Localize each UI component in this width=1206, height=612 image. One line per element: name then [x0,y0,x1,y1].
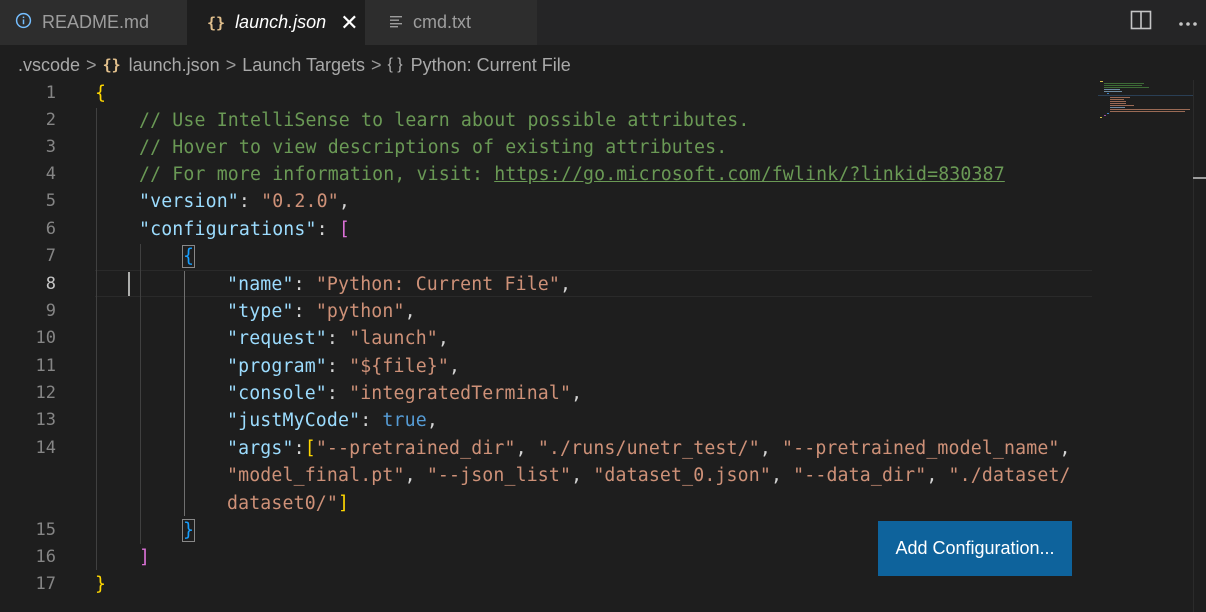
chevron-right-icon: > [86,54,97,75]
split-editor-icon[interactable] [1130,10,1152,35]
tab-label: cmd.txt [413,12,472,32]
chevron-right-icon: > [225,54,237,75]
line-number: 4 [45,164,56,184]
line-number-current: 8 [45,274,56,294]
json-braces-icon: {} [207,13,226,32]
line-number: 9 [45,301,56,321]
more-actions-icon[interactable] [1178,14,1198,32]
indent-guide-active [184,271,185,516]
breadcrumb-item-vscode[interactable]: .vscode [18,55,80,76]
code-line-wrapped[interactable]: "model_final.pt", "--json_list", "datase… [227,462,1071,489]
line-number: 2 [45,110,56,130]
line-number: 16 [35,547,56,567]
object-braces-icon: { } [387,56,403,73]
line-number: 6 [45,219,56,239]
code-line[interactable]: } [181,517,196,544]
breadcrumb-item-python-current-file[interactable]: Python: Current File [411,55,571,76]
code-line[interactable]: "request": "launch", [227,325,449,352]
code-line[interactable]: } [95,571,106,598]
vertical-scrollbar[interactable] [1193,80,1206,612]
text-lines-icon [389,13,403,33]
line-number: 14 [35,438,56,458]
code-line[interactable]: "type": "python", [227,298,416,325]
tab-bar: README.md {} launch.json ✕ cmd.txt [0,0,1206,45]
tab-cmd-txt[interactable]: cmd.txt [365,0,537,45]
breadcrumb: .vscode > {} launch.json > Launch Target… [0,46,1206,84]
breadcrumb-item-launch-targets[interactable]: Launch Targets [242,55,365,76]
tab-readme[interactable]: README.md [0,0,187,45]
code-line[interactable]: "console": "integratedTerminal", [227,380,582,407]
json-braces-icon: {} [102,56,121,74]
code-line[interactable]: "justMyCode": true, [227,407,438,434]
line-number: 7 [45,246,56,266]
minimap[interactable] [1098,80,1193,120]
line-number: 12 [35,383,56,403]
tab-label: launch.json [235,12,327,32]
scrollbar-cursor-marker [1193,177,1206,179]
code-line[interactable]: // Use IntelliSense to learn about possi… [139,107,750,134]
doc-link[interactable]: https://go.microsoft.com/fwlink/?linkid=… [494,164,1005,185]
line-number: 3 [45,137,56,157]
info-icon [15,12,32,34]
line-number: 5 [45,191,56,211]
code-line[interactable]: // For more information, visit: https://… [139,161,1005,188]
tab-launch-json[interactable]: {} launch.json ✕ [187,0,365,45]
code-line[interactable]: "version": "0.2.0", [139,188,350,215]
line-number: 10 [35,328,56,348]
code-line-wrapped[interactable]: dataset0/"] [227,490,349,517]
code-line[interactable]: "args":["--pretrained_dir", "./runs/unet… [227,435,1071,462]
line-number: 11 [35,356,56,376]
close-icon[interactable]: ✕ [340,11,358,34]
breadcrumb-item-launch-json[interactable]: launch.json [129,55,220,76]
code-line[interactable]: "configurations": [ [139,216,350,243]
line-number: 17 [35,574,56,594]
tab-label: README.md [42,12,150,32]
code-line[interactable]: { [95,80,106,107]
indent-guide [140,244,141,544]
code-line[interactable]: "program": "${file}", [227,353,460,380]
tab-actions [1130,0,1206,45]
line-number: 1 [45,83,56,103]
line-number: 15 [35,520,56,540]
indent-guide [96,108,97,570]
code-line[interactable]: // Hover to view descriptions of existin… [139,134,727,161]
code-line-current[interactable]: "name": "Python: Current File", [227,271,571,298]
text-cursor [128,272,130,296]
add-configuration-button[interactable]: Add Configuration... [878,521,1072,576]
chevron-right-icon: > [370,54,382,75]
code-line[interactable]: { [181,243,196,270]
line-number: 13 [35,410,56,430]
code-line[interactable]: ] [139,544,150,571]
